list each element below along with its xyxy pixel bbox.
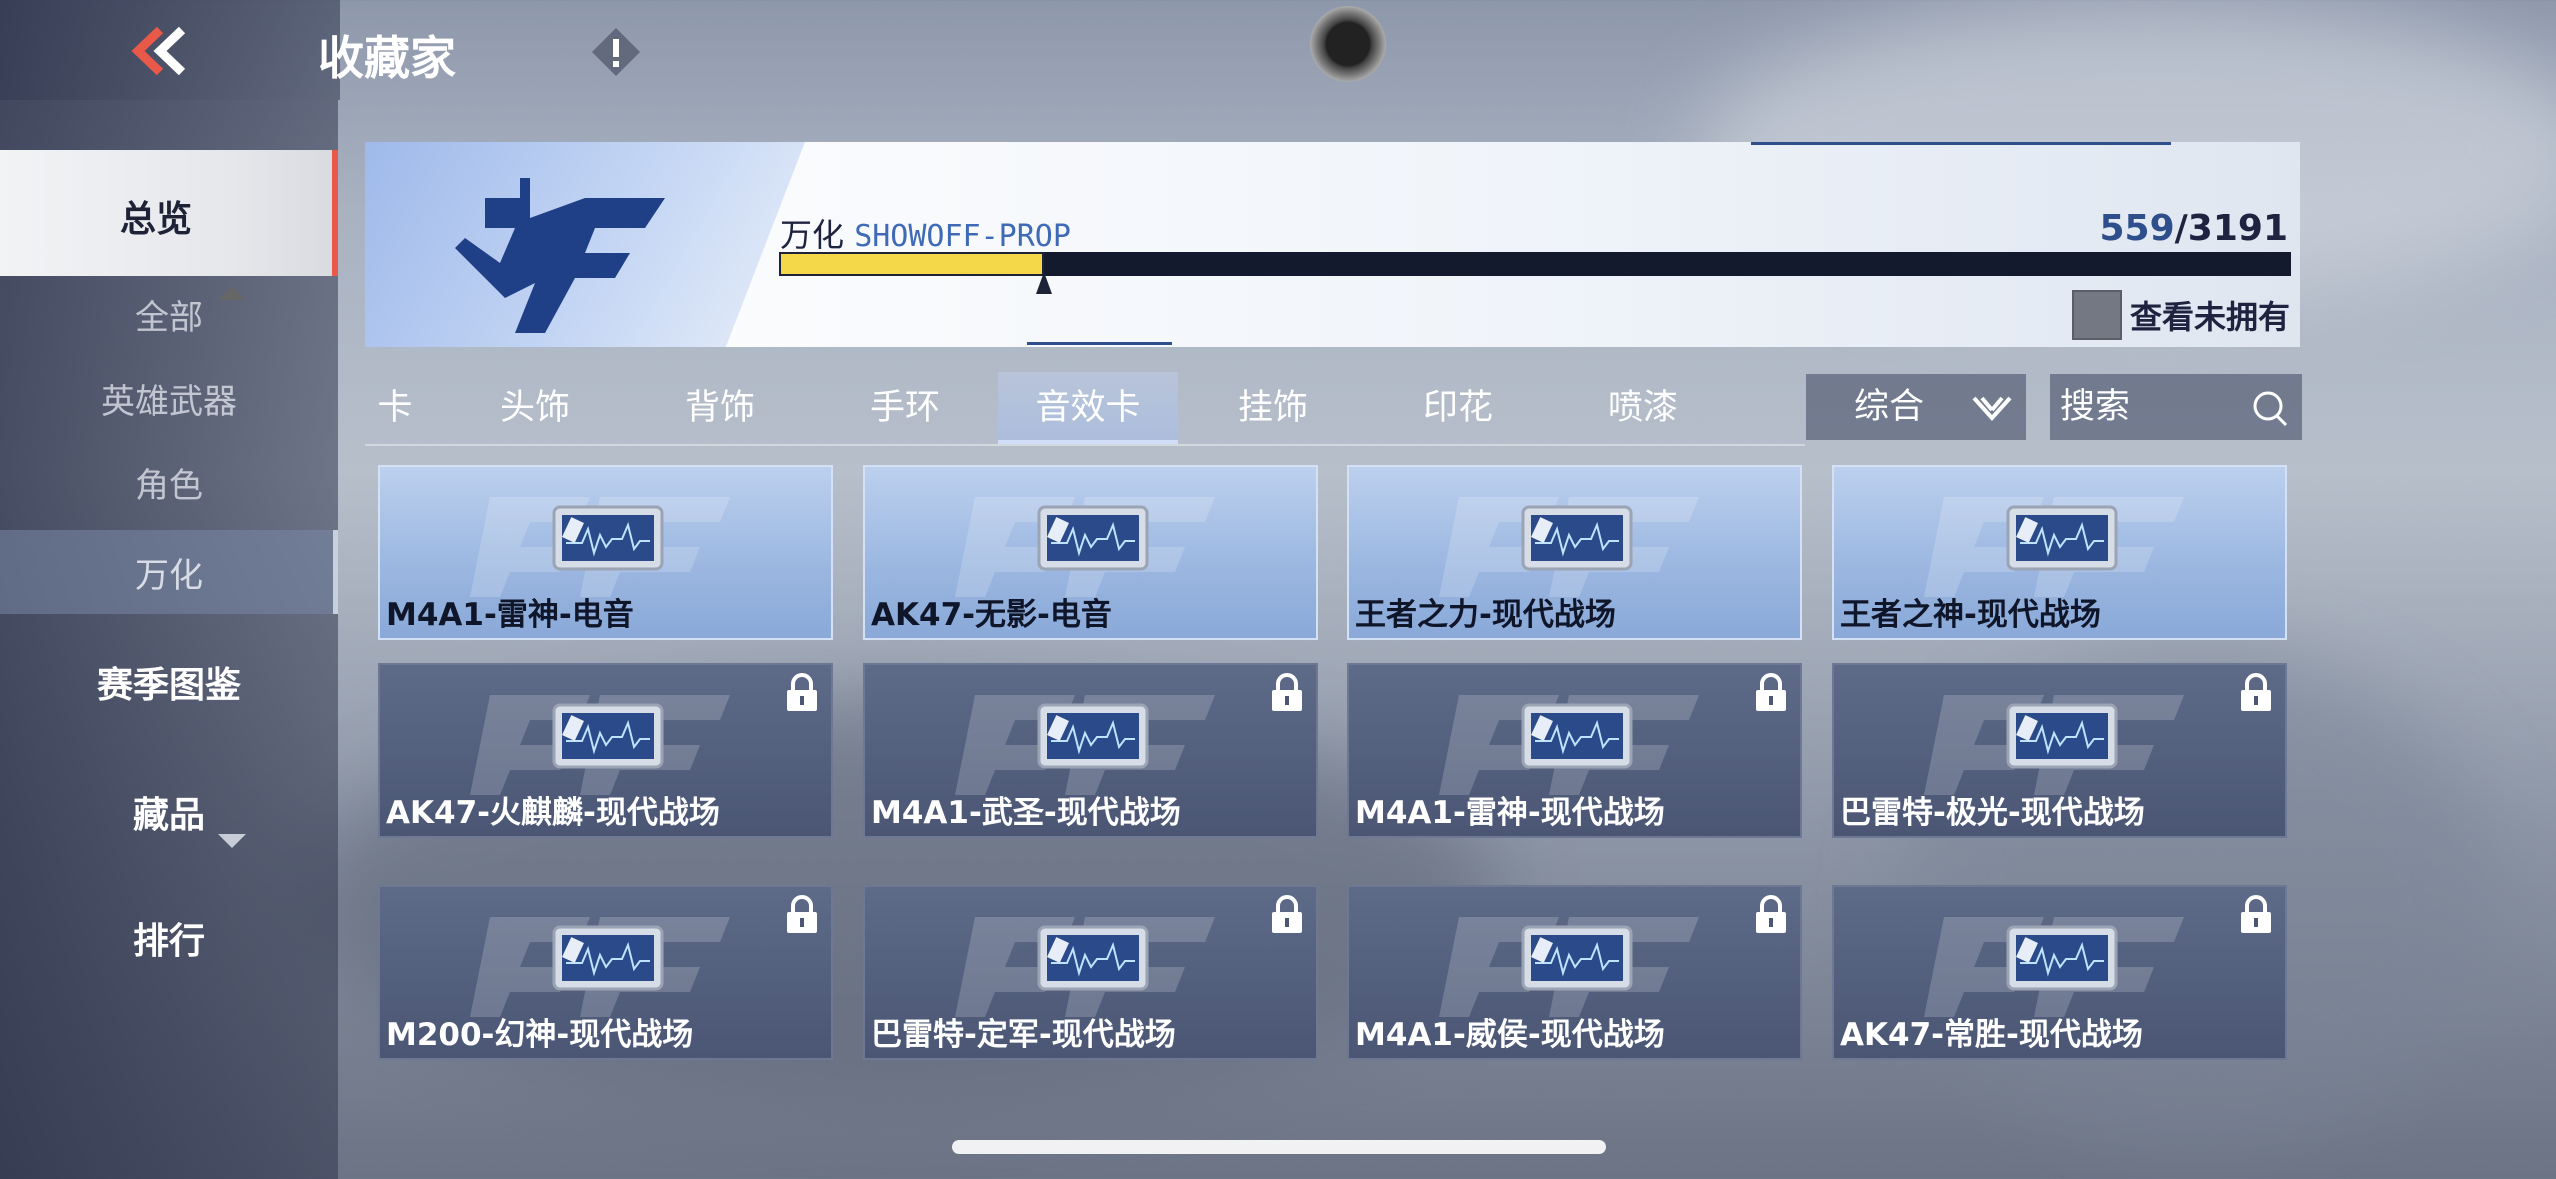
sidebar-item-hero-weapons[interactable]: 英雄武器: [0, 374, 338, 423]
lock-icon: [785, 895, 819, 939]
sound-card-icon: [1037, 923, 1149, 997]
page-title: 收藏家: [318, 31, 456, 85]
tab-headwear[interactable]: 头饰: [460, 372, 610, 444]
top-bar: 收藏家: [0, 0, 2556, 100]
card-name: 巴雷特-定军-现代战场: [871, 1017, 1176, 1053]
sound-card-icon: [1521, 701, 1633, 775]
sort-dropdown[interactable]: 综合: [1806, 374, 2026, 440]
info-icon[interactable]: [590, 26, 642, 78]
lock-icon: [1754, 895, 1788, 939]
sound-card-item[interactable]: M4A1-雷神-现代战场: [1347, 663, 1802, 838]
cf-logo-icon: [455, 178, 665, 333]
sound-card-icon: [2006, 923, 2118, 997]
tab-decal[interactable]: 印花: [1383, 372, 1533, 444]
tab-backwear[interactable]: 背饰: [645, 372, 795, 444]
chevron-down-icon: [1972, 396, 2012, 421]
lock-icon: [1754, 673, 1788, 717]
card-name: 王者之神-现代战场: [1840, 597, 2101, 633]
card-name: M4A1-雷神-现代战场: [1355, 795, 1665, 831]
card-name: M4A1-武圣-现代战场: [871, 795, 1181, 831]
sidebar-item-season-guide[interactable]: 赛季图鉴: [0, 656, 338, 708]
show-unowned-toggle[interactable]: 查看未拥有: [2071, 290, 2290, 340]
sound-card-icon: [552, 923, 664, 997]
sound-card-item[interactable]: 巴雷特-极光-现代战场: [1832, 663, 2287, 838]
sound-card-item[interactable]: AK47-常胜-现代战场: [1832, 885, 2287, 1060]
sidebar-item-ranking[interactable]: 排行: [0, 912, 338, 964]
collection-progress-count: 559/3191: [2099, 208, 2288, 249]
card-name: M4A1-雷神-电音: [386, 597, 634, 633]
collection-name: 万化 SHOWOFF-PROP: [780, 210, 1071, 256]
collection-progress-bar: [779, 252, 2291, 276]
sort-dropdown-value: 综合: [1854, 387, 1925, 427]
home-indicator[interactable]: [952, 1140, 1606, 1154]
sidebar-item-wanhua[interactable]: 万化: [0, 530, 338, 614]
show-unowned-checkbox[interactable]: [2071, 290, 2122, 340]
sound-card-item[interactable]: 王者之神-现代战场: [1832, 465, 2287, 640]
sound-card-icon: [552, 701, 664, 775]
sound-card-item[interactable]: AK47-火麒麟-现代战场: [378, 663, 833, 838]
sound-card-item[interactable]: M4A1-威侯-现代战场: [1347, 885, 1802, 1060]
back-button[interactable]: [0, 0, 340, 100]
search-input[interactable]: 搜索: [2050, 374, 2302, 440]
banner-decor-line: [1027, 342, 1172, 345]
banner-decor-line: [1751, 142, 2171, 145]
sound-card-icon: [2006, 503, 2118, 577]
lock-icon: [785, 673, 819, 717]
sidebar-item-collectibles[interactable]: 藏品: [0, 786, 338, 838]
card-name: AK47-火麒麟-现代战场: [386, 795, 720, 831]
sound-card-icon: [1037, 503, 1149, 577]
progress-marker-icon: [1036, 272, 1052, 294]
tab-sound-card[interactable]: 音效卡: [998, 372, 1178, 444]
sound-card-item[interactable]: M4A1-武圣-现代战场: [863, 663, 1318, 838]
lock-icon: [2239, 673, 2273, 717]
category-tabs: 卡 头饰 背饰 手环 音效卡 挂饰 印花 喷漆: [365, 372, 1805, 446]
sidebar-item-all[interactable]: 全部: [0, 290, 338, 339]
sound-card-item[interactable]: M200-幻神-现代战场: [378, 885, 833, 1060]
expand-triangle-icon: [218, 834, 246, 848]
collection-name-cn: 万化: [780, 216, 845, 254]
sidebar: 总览 全部 英雄武器 角色 万化 赛季图鉴 藏品 排行: [0, 100, 338, 1179]
sound-card-item[interactable]: AK47-无影-电音: [863, 465, 1318, 640]
sound-card-icon: [2006, 701, 2118, 775]
sound-card-item[interactable]: 王者之力-现代战场: [1347, 465, 1802, 640]
lock-icon: [2239, 895, 2273, 939]
tab-pendant[interactable]: 挂饰: [1198, 372, 1348, 444]
sound-card-icon: [1521, 923, 1633, 997]
card-name: 巴雷特-极光-现代战场: [1840, 795, 2145, 831]
search-icon[interactable]: [2250, 388, 2290, 428]
search-placeholder: 搜索: [2060, 387, 2131, 427]
collection-progress-fill: [779, 252, 1044, 276]
sidebar-item-characters[interactable]: 角色: [0, 458, 338, 507]
sound-card-item[interactable]: M4A1-雷神-电音: [378, 465, 833, 640]
sidebar-item-label: 万化: [135, 556, 203, 596]
back-arrow-icon: [131, 26, 186, 76]
camera-cutout: [1310, 6, 1386, 82]
lock-icon: [1270, 895, 1304, 939]
card-name: AK47-常胜-现代战场: [1840, 1017, 2143, 1053]
tab-bracelet[interactable]: 手环: [830, 372, 980, 444]
show-unowned-label: 查看未拥有: [2129, 298, 2290, 336]
tab-card[interactable]: 卡: [365, 372, 425, 444]
card-name: M4A1-威侯-现代战场: [1355, 1017, 1665, 1053]
total-count: 3191: [2187, 208, 2288, 249]
sidebar-item-overview[interactable]: 总览: [0, 150, 338, 300]
owned-count: 559: [2099, 208, 2175, 249]
sidebar-item-label: 总览: [120, 199, 193, 240]
collection-banner: 万化 SHOWOFF-PROP 559/3191 查看未拥有: [365, 142, 2300, 347]
sound-card-item[interactable]: 巴雷特-定军-现代战场: [863, 885, 1318, 1060]
sound-card-icon: [552, 503, 664, 577]
count-separator: /: [2174, 208, 2188, 249]
card-name: 王者之力-现代战场: [1355, 597, 1616, 633]
lock-icon: [1270, 673, 1304, 717]
card-name: AK47-无影-电音: [871, 597, 1112, 633]
sound-card-icon: [1521, 503, 1633, 577]
tab-spray[interactable]: 喷漆: [1568, 372, 1718, 444]
sound-card-icon: [1037, 701, 1149, 775]
card-name: M200-幻神-现代战场: [386, 1017, 694, 1053]
collection-name-en: SHOWOFF-PROP: [854, 219, 1071, 254]
